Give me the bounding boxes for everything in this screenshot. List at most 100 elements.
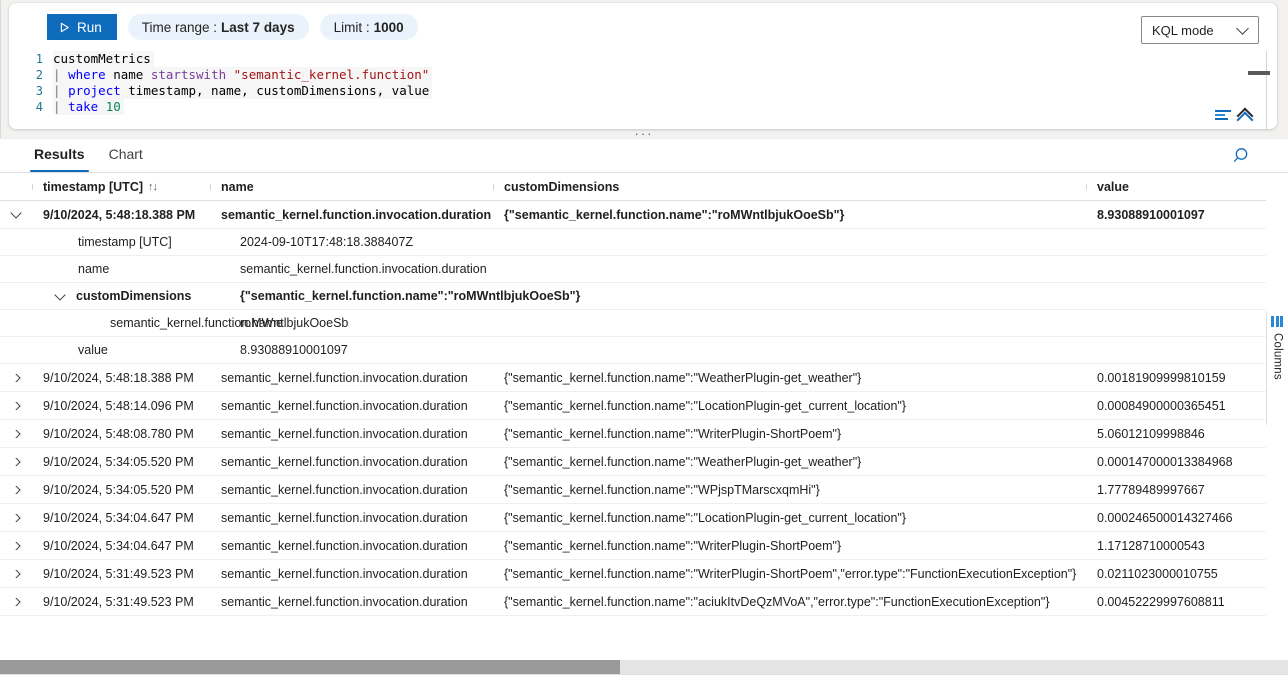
row-expand-toggle[interactable]	[0, 570, 32, 578]
editor-vertical-scrollbar[interactable]	[1264, 53, 1270, 123]
row-expand-toggle[interactable]	[0, 486, 32, 494]
code-token	[98, 99, 106, 114]
row-detail-key: value	[0, 343, 232, 357]
pipe-token: |	[53, 99, 68, 114]
cell-name: semantic_kernel.function.invocation.dura…	[210, 399, 493, 413]
cell-timestamp: 9/10/2024, 5:31:49.523 PM	[32, 595, 210, 609]
table-row[interactable]: 9/10/2024, 5:48:08.780 PMsemantic_kernel…	[0, 420, 1266, 448]
row-expand-toggle[interactable]	[0, 598, 32, 606]
line-number: 2	[9, 67, 53, 83]
tab-results[interactable]: Results	[22, 139, 97, 172]
row-detail: semantic_kernel.function.nameroMWntlbjuk…	[0, 310, 1266, 337]
table-row[interactable]: 9/10/2024, 5:31:49.523 PMsemantic_kernel…	[0, 560, 1266, 588]
row-detail-key-label: customDimensions	[76, 289, 191, 303]
chevron-right-icon	[9, 570, 20, 578]
code-line-text[interactable]: customMetrics	[53, 51, 154, 67]
chevron-right-icon	[9, 458, 20, 466]
cell-customdimensions: {"semantic_kernel.function.name":"Writer…	[493, 567, 1086, 581]
row-detail: namesemantic_kernel.function.invocation.…	[0, 256, 1266, 283]
tab-chart-label: Chart	[109, 146, 143, 162]
code-line-text[interactable]: | project timestamp, name, customDimensi…	[53, 83, 432, 99]
results-tabs: Results Chart	[0, 139, 1288, 173]
header-name-label: name	[221, 180, 254, 194]
cell-timestamp: 9/10/2024, 5:34:04.647 PM	[32, 511, 210, 525]
horizontal-scrollbar[interactable]	[0, 660, 1288, 674]
cell-customdimensions: {"semantic_kernel.function.name":"WPjspT…	[493, 483, 1086, 497]
code-token: where	[68, 67, 106, 82]
table-row[interactable]: 9/10/2024, 5:48:18.388 PMsemantic_kernel…	[0, 364, 1266, 392]
cell-value: 1.17128710000543	[1086, 539, 1266, 553]
editor-scroll-thumb[interactable]	[1248, 71, 1270, 75]
horizontal-scroll-thumb[interactable]	[0, 660, 620, 674]
row-expand-toggle[interactable]	[0, 430, 32, 438]
header-value[interactable]: value	[1086, 180, 1266, 194]
table-row[interactable]: 9/10/2024, 5:48:18.388 PMsemantic_kernel…	[0, 201, 1266, 229]
chevron-right-icon	[9, 374, 20, 382]
row-expand-toggle[interactable]	[0, 514, 32, 522]
sort-arrows-icon[interactable]: ↑↓	[148, 181, 157, 193]
line-number: 4	[9, 99, 53, 115]
chevron-up-icon[interactable]	[1238, 111, 1251, 122]
row-detail-value: {"semantic_kernel.function.name":"roMWnt…	[232, 289, 580, 303]
header-customdimensions[interactable]: customDimensions	[493, 180, 1086, 194]
time-range-label: Time range :	[142, 20, 217, 35]
columns-rail-label: Columns	[1272, 333, 1284, 380]
code-line: 1customMetrics	[9, 51, 1277, 67]
table-row[interactable]: 9/10/2024, 5:31:49.523 PMsemantic_kernel…	[0, 588, 1266, 616]
row-detail-key: customDimensions	[0, 289, 232, 303]
format-lines-icon[interactable]	[1215, 110, 1231, 122]
cell-timestamp: 9/10/2024, 5:48:18.388 PM	[32, 208, 210, 222]
tab-chart[interactable]: Chart	[97, 139, 155, 172]
kql-code-editor[interactable]: 1customMetrics2| where name startswith "…	[9, 51, 1277, 129]
header-name[interactable]: name	[210, 180, 493, 194]
panel-resize-handle[interactable]: ···	[0, 128, 1288, 138]
search-icon[interactable]	[1231, 144, 1255, 168]
table-row[interactable]: 9/10/2024, 5:48:14.096 PMsemantic_kernel…	[0, 392, 1266, 420]
code-line-text[interactable]: | where name startswith "semantic_kernel…	[53, 67, 432, 83]
time-range-pill[interactable]: Time range : Last 7 days	[128, 14, 309, 40]
limit-pill[interactable]: Limit : 1000	[320, 14, 418, 40]
chevron-right-icon	[9, 542, 20, 550]
code-token: timestamp, name, customDimensions, value	[121, 83, 430, 98]
code-token: customMetrics	[53, 51, 151, 66]
row-expand-toggle[interactable]	[0, 374, 32, 382]
cell-name: semantic_kernel.function.invocation.dura…	[210, 371, 493, 385]
pipe-token: |	[53, 67, 68, 82]
query-toolbar: Run Time range : Last 7 days Limit : 100…	[9, 3, 1277, 51]
header-timestamp[interactable]: timestamp [UTC] ↑↓	[32, 180, 210, 194]
cell-customdimensions: {"semantic_kernel.function.name":"aciukI…	[493, 595, 1086, 609]
row-detail-value: 2024-09-10T17:48:18.388407Z	[232, 235, 413, 249]
row-detail-key-label: name	[78, 262, 109, 276]
limit-label: Limit :	[334, 20, 370, 35]
chevron-right-icon	[9, 598, 20, 606]
cell-customdimensions: {"semantic_kernel.function.name":"Writer…	[493, 427, 1086, 441]
chevron-down-icon[interactable]	[54, 289, 65, 300]
row-detail-key-label: timestamp [UTC]	[78, 235, 172, 249]
row-detail-key: timestamp [UTC]	[0, 235, 232, 249]
cell-name: semantic_kernel.function.invocation.dura…	[210, 208, 493, 222]
table-row[interactable]: 9/10/2024, 5:34:04.647 PMsemantic_kernel…	[0, 504, 1266, 532]
cell-value: 0.00084900000365451	[1086, 399, 1266, 413]
header-value-label: value	[1097, 180, 1129, 194]
cell-timestamp: 9/10/2024, 5:48:14.096 PM	[32, 399, 210, 413]
code-token: name	[106, 67, 151, 82]
cell-name: semantic_kernel.function.invocation.dura…	[210, 539, 493, 553]
results-panel: Results Chart Columns timestamp [UTC]	[0, 138, 1288, 687]
table-row[interactable]: 9/10/2024, 5:34:05.520 PMsemantic_kernel…	[0, 448, 1266, 476]
columns-rail[interactable]: Columns	[1266, 311, 1288, 425]
table-row[interactable]: 9/10/2024, 5:34:05.520 PMsemantic_kernel…	[0, 476, 1266, 504]
time-range-value: Last 7 days	[221, 20, 295, 35]
row-detail-key: name	[0, 262, 232, 276]
row-expand-toggle[interactable]	[0, 458, 32, 466]
cell-customdimensions: {"semantic_kernel.function.name":"roMWnt…	[493, 208, 1086, 222]
code-line-text[interactable]: | take 10	[53, 99, 124, 115]
run-button[interactable]: Run	[47, 14, 117, 40]
pipe-token: |	[53, 83, 68, 98]
code-line: 2| where name startswith "semantic_kerne…	[9, 67, 1277, 83]
query-mode-dropdown[interactable]: KQL mode	[1141, 16, 1259, 44]
row-expand-toggle[interactable]	[0, 402, 32, 410]
table-row[interactable]: 9/10/2024, 5:34:04.647 PMsemantic_kernel…	[0, 532, 1266, 560]
row-expand-toggle[interactable]	[0, 542, 32, 550]
cell-name: semantic_kernel.function.invocation.dura…	[210, 567, 493, 581]
row-collapse-toggle[interactable]	[0, 209, 32, 220]
